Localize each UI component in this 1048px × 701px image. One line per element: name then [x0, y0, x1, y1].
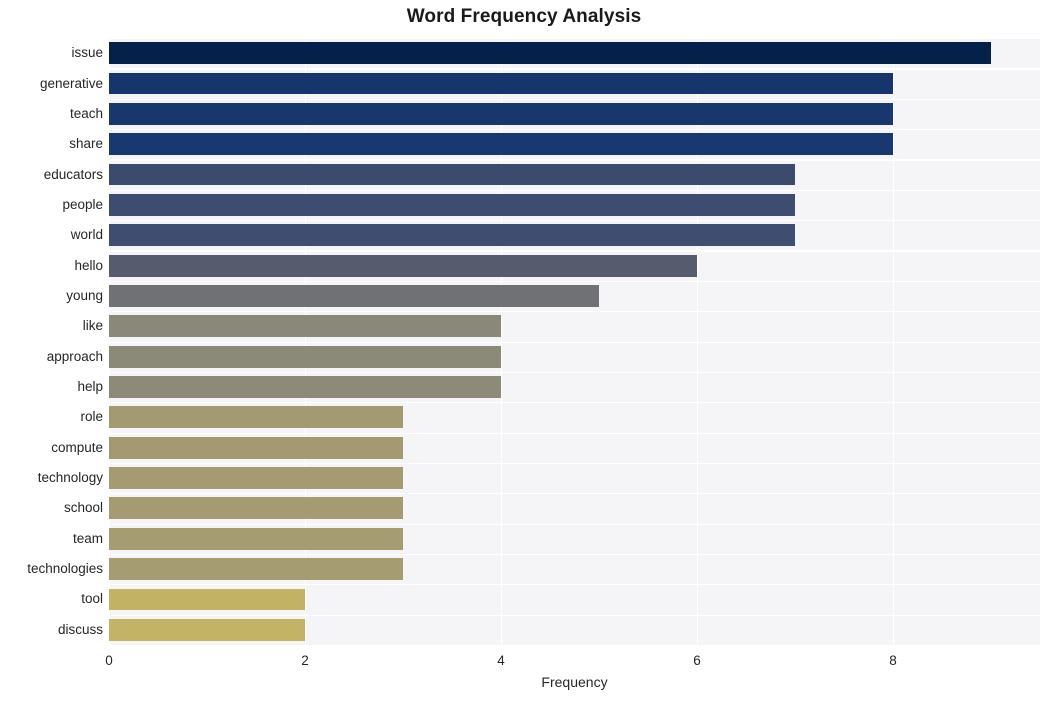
y-tick-label-tool: tool	[81, 591, 103, 607]
bar-hello[interactable]	[109, 254, 697, 277]
y-tick-label-discuss: discuss	[57, 621, 103, 637]
y-tick-label-approach: approach	[46, 348, 103, 364]
y-tick-label-teach: teach	[69, 105, 103, 121]
y-tick-label-like: like	[82, 318, 103, 334]
x-tick-label-0: 0	[105, 653, 113, 668]
y-tick-label-technologies: technologies	[27, 561, 103, 577]
y-tick-label-people: people	[62, 196, 103, 212]
bar-share[interactable]	[109, 133, 893, 156]
bars-layer	[109, 38, 1040, 645]
y-tick-label-role: role	[80, 409, 103, 425]
chart-title: Word Frequency Analysis	[406, 6, 642, 27]
y-tick-label-share: share	[69, 136, 103, 152]
bar-technology[interactable]	[109, 467, 403, 489]
bar-teach[interactable]	[109, 102, 893, 125]
y-tick-label-help: help	[77, 379, 103, 395]
y-tick-label-school: school	[63, 500, 103, 516]
y-tick-label-young: young	[66, 287, 103, 303]
bar-tool[interactable]	[109, 588, 305, 611]
bar-young[interactable]	[109, 285, 599, 307]
y-tick-label-issue: issue	[71, 45, 103, 61]
bar-team[interactable]	[109, 527, 403, 550]
plot-area	[109, 38, 1040, 647]
y-tick-label-generative: generative	[39, 75, 103, 91]
bar-educators[interactable]	[109, 163, 795, 186]
x-axis: 0 2 4 6 8	[105, 645, 1040, 675]
y-tick-label-team: team	[72, 530, 103, 546]
bar-compute[interactable]	[109, 436, 403, 459]
bar-world[interactable]	[109, 224, 795, 247]
x-tick-label-6: 6	[693, 653, 701, 668]
x-tick-label-8: 8	[889, 653, 897, 668]
bar-help[interactable]	[109, 376, 501, 398]
y-tick-label-technology: technology	[37, 470, 103, 486]
bar-like[interactable]	[109, 315, 501, 338]
bar-technologies[interactable]	[109, 558, 403, 581]
bar-role[interactable]	[109, 406, 403, 429]
bar-approach[interactable]	[109, 345, 501, 368]
y-tick-label-compute: compute	[51, 439, 103, 455]
x-tick-label-2: 2	[301, 653, 309, 668]
y-tick-label-educators: educators	[43, 166, 103, 182]
x-tick-label-4: 4	[497, 653, 505, 668]
y-tick-label-world: world	[70, 227, 103, 243]
y-tick-label-hello: hello	[74, 257, 103, 273]
bar-generative[interactable]	[109, 72, 893, 95]
chart-figure: Word Frequency Analysis issue generative t…	[0, 0, 1048, 701]
bar-school[interactable]	[109, 497, 403, 520]
bar-people[interactable]	[109, 193, 795, 216]
y-axis: issue generative teach share educators people…	[0, 38, 103, 645]
bar-discuss[interactable]	[109, 618, 305, 641]
x-axis-title: Frequency	[541, 674, 608, 690]
bar-issue[interactable]	[109, 42, 991, 65]
